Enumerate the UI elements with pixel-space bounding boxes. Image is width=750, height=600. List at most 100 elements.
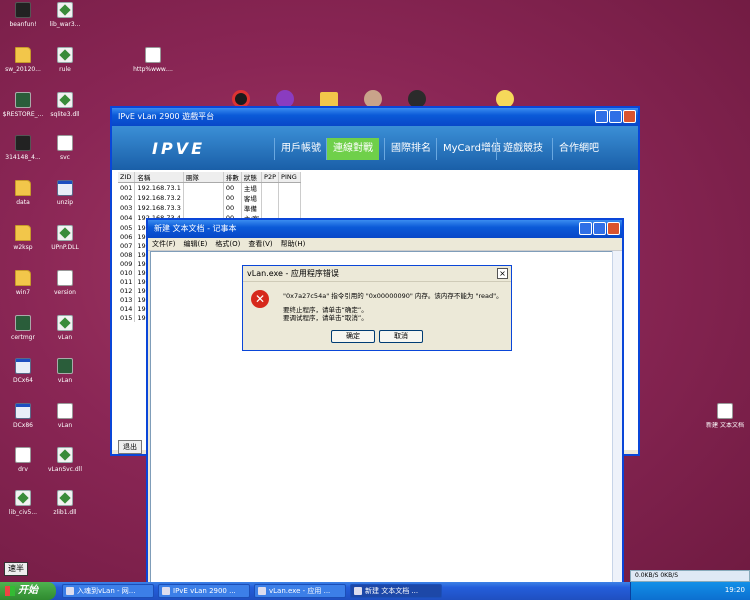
desktop-icon[interactable]: DCx64 <box>0 358 46 384</box>
exit-button[interactable]: 退出 <box>118 440 142 454</box>
text-file-icon <box>57 270 73 286</box>
error-message: "0x7a27c54a" 指令引用的 "0x00000090" 内存。该内存不能… <box>283 292 503 300</box>
clock[interactable]: 19:20 <box>725 586 745 594</box>
vertical-scrollbar[interactable] <box>612 251 622 583</box>
table-cell: 009 <box>118 259 136 268</box>
table-row[interactable]: 001 192.168.73.1 00 主場 <box>118 182 302 193</box>
tab-online-battle[interactable]: 連線對戰 <box>326 138 379 160</box>
ipve-title-bar[interactable]: IPvE vLan 2900 遊戲平台 <box>112 108 638 126</box>
taskbar-button[interactable]: vLan.exe - 应用 ... <box>254 584 346 598</box>
text-file-icon <box>145 47 161 63</box>
desktop-icon[interactable]: win7 <box>0 270 46 296</box>
desktop-icon[interactable]: lib_civ5... <box>0 490 46 516</box>
network-speed-monitor: 0.0KB/S 0KB/S <box>630 570 750 582</box>
table-cell <box>261 193 280 203</box>
taskbar-button[interactable]: 新建 文本文档 ... <box>350 584 442 598</box>
table-cell: 客場 <box>241 193 263 203</box>
error-dialog-title-bar[interactable]: vLan.exe - 应用程序错误 × <box>243 266 511 282</box>
desktop-icon[interactable]: UPnP.DLL <box>42 225 88 251</box>
table-cell: 192.168.73.3 <box>134 203 184 213</box>
start-button[interactable]: 开始 <box>0 582 56 600</box>
minimize-icon[interactable] <box>595 110 608 123</box>
ok-button[interactable]: 确定 <box>331 330 375 343</box>
maximize-icon[interactable] <box>593 222 606 235</box>
folder-icon <box>15 270 31 286</box>
table-cell: 007 <box>118 241 136 250</box>
table-header[interactable]: P2P <box>261 172 280 183</box>
table-header[interactable]: 名稱 <box>134 172 184 183</box>
cancel-button[interactable]: 取消 <box>379 330 423 343</box>
maximize-icon[interactable] <box>609 110 622 123</box>
desktop-icon[interactable]: 新建 文本文档 <box>700 403 750 429</box>
desktop-icon[interactable]: sqlite3.dll <box>42 92 88 118</box>
tab-game-competition[interactable]: 遊戲競技 <box>496 138 549 160</box>
desktop-icon[interactable]: svc <box>42 135 88 161</box>
tab-partner-cafe[interactable]: 合作網吧 <box>552 138 605 160</box>
desktop-icon[interactable]: $RESTORE_... <box>0 92 46 118</box>
tab-international-ranking[interactable]: 國際排名 <box>384 138 437 160</box>
table-row[interactable]: 003 192.168.73.3 00 準備 <box>118 203 302 213</box>
table-cell: 011 <box>118 277 136 286</box>
taskbar-button[interactable]: 入魂到vLan - 网... <box>62 584 154 598</box>
minimize-icon[interactable] <box>579 222 592 235</box>
table-cell: 012 <box>118 286 136 295</box>
folder-icon <box>15 47 31 63</box>
desktop-icon[interactable]: vLan <box>42 358 88 384</box>
dll-file-icon <box>57 447 73 463</box>
table-cell: 準備 <box>241 203 263 213</box>
desktop-icon[interactable]: version <box>42 270 88 296</box>
desktop-icon[interactable]: zlib1.dll <box>42 490 88 516</box>
desktop-icon[interactable]: rule <box>42 47 88 73</box>
table-cell <box>183 193 224 203</box>
desktop-icon[interactable]: vLan <box>42 315 88 341</box>
exe-file-icon <box>15 358 31 374</box>
table-cell: 00 <box>223 203 242 213</box>
menu-edit[interactable]: 编辑(E) <box>184 238 208 250</box>
table-cell: 00 <box>223 193 242 203</box>
table-cell <box>183 203 224 213</box>
desktop-icon[interactable]: data <box>0 180 46 206</box>
table-row[interactable]: 002 192.168.73.2 00 客場 <box>118 193 302 203</box>
table-header[interactable]: PING <box>278 172 302 183</box>
tab-user-account[interactable]: 用戶帳號 <box>274 138 327 160</box>
close-icon[interactable]: × <box>497 268 508 279</box>
desktop-icon[interactable]: beanfun! <box>0 2 46 28</box>
notepad-title-bar[interactable]: 新建 文本文档 - 记事本 <box>148 220 622 238</box>
desktop-icon[interactable]: drv <box>0 447 46 473</box>
desktop-icon[interactable]: vLan <box>42 403 88 429</box>
dll-file-icon <box>57 225 73 241</box>
close-icon[interactable] <box>607 222 620 235</box>
table-cell: 005 <box>118 223 136 232</box>
error-icon: ✕ <box>251 290 269 308</box>
menu-file[interactable]: 文件(F) <box>152 238 176 250</box>
table-header[interactable]: 排數 <box>223 172 242 183</box>
table-cell: 008 <box>118 250 136 259</box>
app-icon <box>15 315 31 331</box>
table-header[interactable]: 狀態 <box>241 172 263 183</box>
table-cell: 主場 <box>241 182 263 193</box>
table-cell <box>278 203 302 213</box>
text-file-icon <box>15 447 31 463</box>
table-cell: 192.168.73.2 <box>134 193 184 203</box>
close-icon[interactable] <box>623 110 636 123</box>
desktop-icon[interactable]: w2ksp <box>0 225 46 251</box>
ime-indicator[interactable]: 速半 <box>4 562 28 576</box>
menu-help[interactable]: 帮助(H) <box>281 238 306 250</box>
table-cell: 192.168.73.1 <box>134 182 184 193</box>
error-dialog-title: vLan.exe - 应用程序错误 <box>247 269 339 278</box>
desktop-icon[interactable]: http%www.... <box>130 47 176 73</box>
menu-view[interactable]: 查看(V) <box>248 238 272 250</box>
table-header[interactable]: 團隊 <box>183 172 224 183</box>
error-instruction-cancel: 要调试程序，请单击“取消”。 <box>283 314 368 322</box>
desktop-icon[interactable]: DCx86 <box>0 403 46 429</box>
taskbar-button[interactable]: IPvE vLan 2900 ... <box>158 584 250 598</box>
desktop-icon[interactable]: sw_20120... <box>0 47 46 73</box>
desktop-icon[interactable]: certmgr <box>0 315 46 341</box>
desktop-icon[interactable]: lib_war3... <box>42 2 88 28</box>
desktop-icon[interactable]: unzip <box>42 180 88 206</box>
folder-icon <box>15 225 31 241</box>
desktop-icon[interactable]: 314148_4... <box>0 135 46 161</box>
table-header[interactable]: ZID <box>118 172 136 183</box>
menu-format[interactable]: 格式(O) <box>215 238 240 250</box>
desktop-icon[interactable]: vLanSvc.dll <box>42 447 88 473</box>
